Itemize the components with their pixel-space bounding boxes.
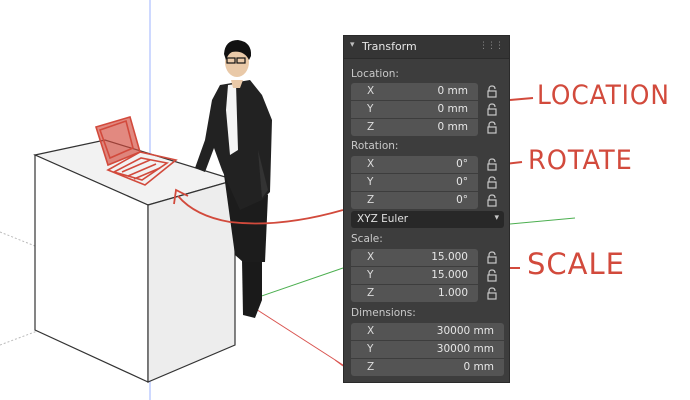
rotation-mode-dropdown[interactable]: XYZ Euler ▾ (351, 211, 504, 228)
field-value: 1.000 (437, 287, 468, 299)
field-value: 0 mm (463, 361, 494, 373)
axis-label: X (367, 325, 375, 337)
axis-label: Z (367, 121, 375, 133)
red-axis-line (334, 359, 344, 367)
location-y-field[interactable]: Y 0 mm (351, 101, 478, 118)
lock-icon[interactable] (486, 121, 498, 134)
axis-label: Y (367, 176, 374, 188)
lock-icon[interactable] (486, 287, 498, 300)
field-value: 0 mm (437, 121, 468, 133)
rotation-label: Rotation: (351, 140, 399, 152)
field-value: 30000 mm (436, 325, 494, 337)
lock-icon[interactable] (486, 158, 498, 171)
chevron-down-icon[interactable]: ▾ (350, 40, 355, 50)
lock-icon[interactable] (486, 176, 498, 189)
axis-label: Y (367, 103, 374, 115)
box-desk (33, 139, 238, 383)
field-value: 0° (456, 176, 468, 188)
scale-x-field[interactable]: X 15.000 (351, 249, 478, 266)
chevron-down-icon: ▾ (494, 213, 499, 223)
annotation-location: LOCATION (537, 80, 670, 111)
field-value: 0° (456, 194, 468, 206)
field-value: 0° (456, 158, 468, 170)
scale-z-field[interactable]: Z 1.000 (351, 285, 478, 302)
dimensions-z-field[interactable]: Z 0 mm (351, 359, 504, 376)
dotted-guide-line (0, 329, 41, 346)
location-z-field[interactable]: Z 0 mm (351, 119, 478, 136)
location-pointer (509, 97, 534, 101)
rotation-z-field[interactable]: Z 0° (351, 192, 478, 209)
field-value: 0 mm (437, 103, 468, 115)
dimensions-y-field[interactable]: Y 30000 mm (351, 341, 504, 358)
drag-grip-icon[interactable]: ⋮⋮⋮ (479, 41, 504, 51)
field-value: 15.000 (431, 251, 468, 263)
dimensions-x-field[interactable]: X 30000 mm (351, 323, 504, 340)
field-value: 0 mm (437, 85, 468, 97)
axis-label: Z (367, 361, 375, 373)
panel-header[interactable]: ▾ Transform ⋮⋮⋮ (344, 36, 509, 59)
annotation-scale: SCALE (527, 247, 625, 281)
location-label: Location: (351, 68, 399, 80)
lock-icon[interactable] (486, 251, 498, 264)
scale-label: Scale: (351, 233, 383, 245)
annotation-rotate: ROTATE (528, 145, 633, 176)
lock-icon[interactable] (486, 194, 498, 207)
axis-label: X (367, 85, 375, 97)
scale-y-field[interactable]: Y 15.000 (351, 267, 478, 284)
rotation-x-field[interactable]: X 0° (351, 156, 478, 173)
rotation-mode-value: XYZ Euler (357, 213, 409, 225)
transform-panel: ▾ Transform ⋮⋮⋮ Location: X 0 mm Y 0 mm … (343, 35, 510, 383)
lock-icon[interactable] (486, 85, 498, 98)
axis-label: Y (367, 343, 374, 355)
green-axis-line (249, 267, 344, 301)
axis-label: X (367, 158, 375, 170)
red-axis-line (244, 301, 344, 366)
axis-label: X (367, 251, 375, 263)
panel-title: Transform (362, 40, 417, 53)
field-value: 30000 mm (436, 343, 494, 355)
location-x-field[interactable]: X 0 mm (351, 83, 478, 100)
lock-icon[interactable] (486, 103, 498, 116)
green-axis-line (509, 217, 576, 225)
dimensions-label: Dimensions: (351, 307, 416, 319)
axis-label: Z (367, 194, 375, 206)
field-value: 15.000 (431, 269, 468, 281)
dotted-guide-line (0, 231, 41, 249)
axis-label: Z (367, 287, 375, 299)
rotation-y-field[interactable]: Y 0° (351, 174, 478, 191)
lock-icon[interactable] (486, 269, 498, 282)
axis-label: Y (367, 269, 374, 281)
